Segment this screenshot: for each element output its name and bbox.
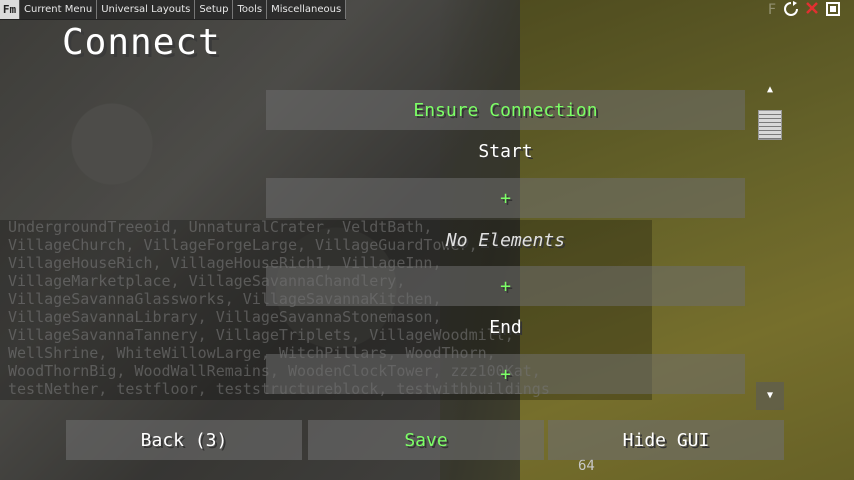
menu-tools[interactable]: Tools	[233, 0, 268, 19]
add-element-button[interactable]: +	[266, 266, 745, 306]
menu-current-menu[interactable]: Current Menu	[20, 0, 98, 19]
add-element-button[interactable]: +	[266, 178, 745, 218]
hide-gui-button[interactable]: Hide GUI	[548, 420, 784, 460]
menu-setup[interactable]: Setup	[195, 0, 234, 19]
start-label: Start	[478, 140, 533, 162]
ensure-connection-button[interactable]: Ensure Connection	[266, 90, 745, 130]
start-label-row: Start	[266, 131, 745, 171]
ghost-label: F	[767, 2, 777, 18]
menu-universal-layouts[interactable]: Universal Layouts	[97, 0, 196, 19]
menu-bar: Fm Current Menu Universal Layouts Setup …	[0, 0, 347, 20]
window-controls: F	[765, 1, 842, 19]
menu-miscellaneous[interactable]: Miscellaneous	[267, 0, 347, 19]
close-icon[interactable]	[803, 1, 821, 19]
scroll-up-arrow-icon[interactable]: ▲	[756, 76, 784, 104]
save-button[interactable]: Save	[308, 420, 544, 460]
plus-icon: +	[500, 363, 511, 385]
add-element-button[interactable]: +	[266, 354, 745, 394]
no-elements-row: No Elements	[266, 220, 745, 260]
no-elements-label: No Elements	[445, 229, 566, 251]
scrollbar-thumb[interactable]	[758, 110, 782, 140]
reload-icon[interactable]	[782, 1, 800, 19]
plus-icon: +	[500, 275, 511, 297]
fullscreen-icon[interactable]	[824, 1, 842, 19]
page-title: Connect	[62, 22, 221, 63]
end-label: End	[489, 316, 522, 338]
ensure-connection-label: Ensure Connection	[413, 99, 598, 121]
hotbar-count: 64	[578, 458, 595, 474]
plus-icon: +	[500, 187, 511, 209]
save-button-label: Save	[404, 429, 448, 451]
end-label-row: End	[266, 307, 745, 347]
scroll-down-arrow-icon[interactable]: ▼	[756, 382, 784, 410]
hide-gui-button-label: Hide GUI	[622, 429, 710, 451]
fancymenu-logo-icon[interactable]: Fm	[0, 0, 20, 19]
back-button-label: Back (3)	[140, 429, 228, 451]
back-button[interactable]: Back (3)	[66, 420, 302, 460]
